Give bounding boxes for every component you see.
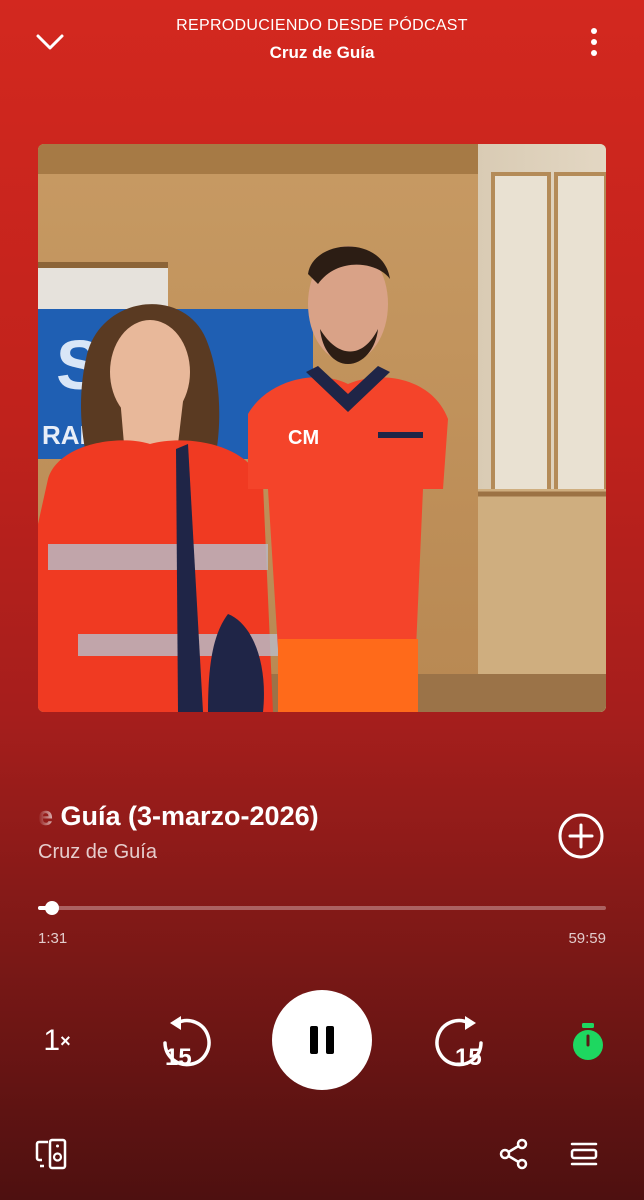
add-to-library-button[interactable] <box>555 810 607 862</box>
share-button[interactable] <box>492 1132 536 1176</box>
sleep-timer-button[interactable] <box>566 1020 610 1064</box>
skip-back-15-button[interactable]: 15 <box>154 1010 218 1074</box>
timer-icon <box>573 1023 603 1060</box>
progress-handle[interactable] <box>45 901 60 915</box>
connect-device-icon <box>35 1138 67 1170</box>
episode-title-text: Cruz de Guía (3-marzo-2026) <box>38 801 319 831</box>
connect-device-button[interactable] <box>30 1132 74 1176</box>
episode-artwork: SER RADIO CM <box>38 144 606 712</box>
queue-icon <box>570 1142 598 1166</box>
more-options-button[interactable] <box>572 20 616 64</box>
elapsed-time: 1:31 <box>38 930 68 947</box>
pause-icon <box>310 1026 334 1054</box>
total-time: 59:59 <box>568 930 606 947</box>
skip-back-seconds: 15 <box>165 1044 192 1071</box>
queue-button[interactable] <box>562 1132 606 1176</box>
episode-title[interactable]: Cruz de Guía (3-marzo-2026) <box>38 801 538 837</box>
speed-value: 1 <box>43 1024 61 1057</box>
skip-forward-15-button[interactable]: 15 <box>428 1010 492 1074</box>
skip-forward-icon: 15 <box>435 1016 483 1071</box>
skip-forward-seconds: 15 <box>455 1044 482 1071</box>
context-title[interactable]: Cruz de Guía <box>0 43 644 63</box>
playback-speed-button[interactable]: 1 × <box>30 1018 84 1064</box>
playing-from-label: REPRODUCIENDO DESDE PÓDCAST <box>176 17 468 34</box>
more-vertical-icon <box>591 28 597 56</box>
progress-bar[interactable] <box>38 901 606 915</box>
podcast-name[interactable]: Cruz de Guía <box>38 841 157 864</box>
speed-suffix: × <box>60 1030 71 1051</box>
uniform-badge-text: CM <box>288 427 319 449</box>
skip-back-icon: 15 <box>163 1016 211 1071</box>
share-icon <box>499 1138 528 1170</box>
add-circle-icon <box>558 813 604 859</box>
pause-button[interactable] <box>272 990 372 1090</box>
